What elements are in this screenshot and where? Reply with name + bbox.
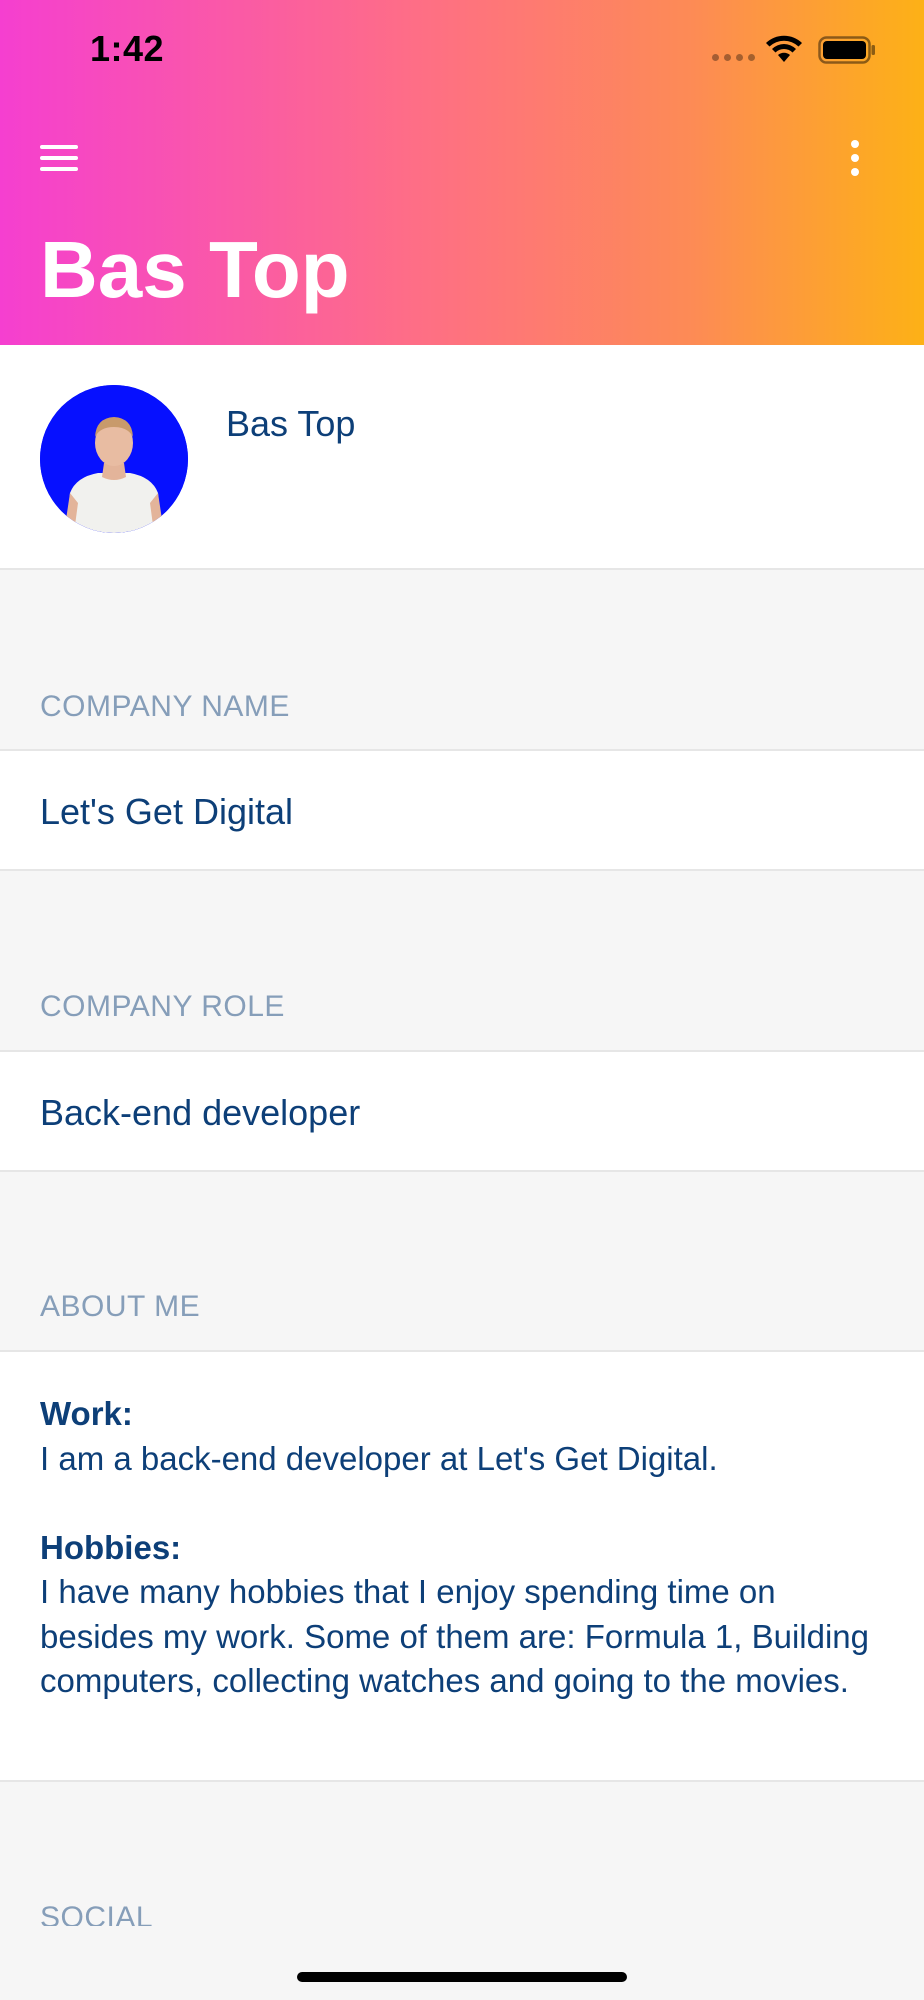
hobbies-text: I have many hobbies that I enjoy spendin…	[40, 1573, 870, 1699]
company-role-value: Back-end developer	[40, 1092, 361, 1133]
company-name-label: COMPANY NAME	[40, 690, 290, 723]
work-heading: Work:	[40, 1395, 133, 1432]
battery-full-icon	[818, 36, 875, 64]
status-time: 1:42	[90, 28, 165, 69]
about-me-text: Work: I am a back-end developer at Let's…	[40, 1392, 890, 1704]
company-role-row[interactable]: Back-end developer	[0, 1050, 924, 1172]
app-header: 1:42 Bas Top	[0, 0, 924, 345]
company-name-value: Let's Get Digital	[40, 791, 293, 832]
company-name-row[interactable]: Let's Get Digital	[0, 749, 924, 871]
signal-dots-icon	[712, 54, 755, 61]
hobbies-heading: Hobbies:	[40, 1528, 182, 1566]
work-text: I am a back-end developer at Let's Get D…	[40, 1439, 718, 1477]
profile-row: Bas Top	[0, 345, 924, 570]
profile-name: Bas Top	[226, 403, 356, 444]
home-indicator[interactable]	[297, 1972, 627, 1982]
page-title: Bas Top	[40, 225, 350, 314]
about-me-row: Work: I am a back-end developer at Let's…	[0, 1350, 924, 1782]
profile-screen: 1:42 Bas Top Bas Top COMPANY NAME Let's …	[0, 0, 924, 2000]
social-label: SOCIAL	[40, 1901, 154, 1926]
more-vertical-icon[interactable]	[840, 140, 870, 184]
avatar	[40, 385, 188, 533]
wifi-icon	[766, 35, 802, 62]
hamburger-menu-icon[interactable]	[40, 145, 86, 181]
about-me-label: ABOUT ME	[40, 1290, 201, 1323]
company-role-label: COMPANY ROLE	[40, 990, 285, 1023]
